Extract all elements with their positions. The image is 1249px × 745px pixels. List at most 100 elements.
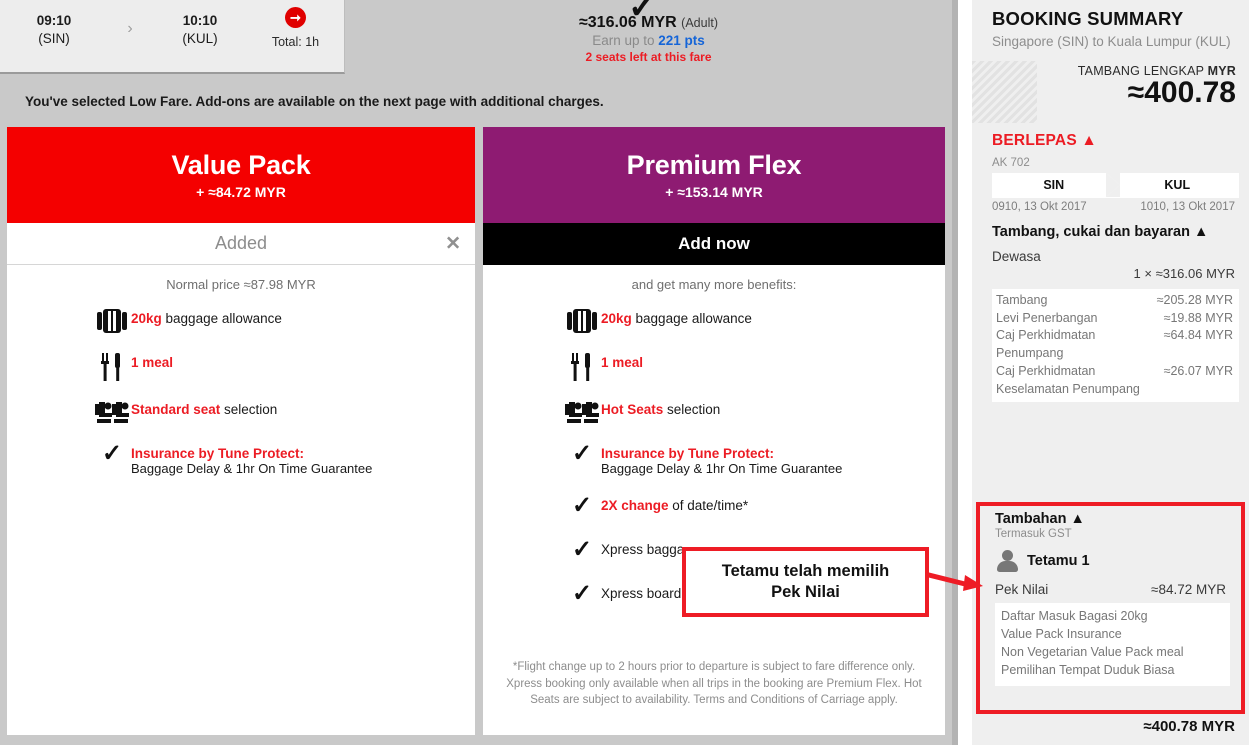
- benefit-text: 2X change of date/time*: [601, 495, 748, 514]
- check-icon: ✓: [563, 539, 601, 559]
- fare-row-label: Caj Perkhidmatan Penumpang: [996, 327, 1141, 363]
- total-duration-label: Total: 1h: [248, 35, 343, 49]
- flight-summary-strip[interactable]: 09:10 (SIN) › 10:10 (KUL) ➞ Total: 1h: [0, 0, 345, 74]
- addon-pack-price: ≈84.72 MYR: [1151, 582, 1226, 597]
- premium-flex-add-label: Add now: [678, 234, 750, 254]
- table-row: Tambang ≈205.28 MYR: [996, 292, 1235, 310]
- benefit-item: 20kg baggage allowance: [7, 308, 475, 334]
- earn-points-row: Earn up to 221 pts: [345, 33, 952, 48]
- seats-left-warning: 2 seats left at this fare: [345, 50, 952, 64]
- premium-flex-price: + ≈153.14 MYR: [665, 184, 763, 200]
- close-icon[interactable]: ✕: [445, 234, 461, 253]
- fare-row-value: ≈205.28 MYR: [1157, 292, 1235, 310]
- meal-icon: [563, 352, 601, 381]
- addons-highlight-box: Tambahan ▲ Termasuk GST Tetamu 1 Pek Nil…: [976, 502, 1245, 714]
- addon-items-list: Daftar Masuk Bagasi 20kg Value Pack Insu…: [995, 603, 1230, 686]
- benefit-highlight: 2X change: [601, 498, 669, 513]
- list-item: Pemilihan Tempat Duduk Biasa: [1001, 661, 1224, 679]
- benefit-rest: selection: [220, 402, 277, 417]
- value-pack-added-label: Added: [215, 233, 267, 254]
- value-pack-added-bar[interactable]: Added ✕: [7, 223, 475, 265]
- chevron-right-icon: ›: [108, 0, 152, 38]
- benefit-highlight: 20kg: [131, 311, 162, 326]
- fare-taxes-section-toggle[interactable]: Tambang, cukai dan bayaran ▲: [972, 213, 1249, 240]
- check-icon: ✓: [563, 495, 601, 515]
- booking-summary-sidebar: BOOKING SUMMARY Singapore (SIN) to Kuala…: [972, 0, 1249, 745]
- benefit-item: 1 meal: [483, 352, 945, 381]
- table-row: Levi Penerbangan ≈19.88 MYR: [996, 310, 1235, 328]
- hatch-decoration: [972, 61, 1037, 123]
- seat-icon: [93, 399, 131, 424]
- premium-flex-subnote: and get many more benefits:: [483, 265, 945, 298]
- check-icon: ✓: [563, 443, 601, 463]
- arrow-right-icon: [925, 570, 985, 592]
- table-row: Caj Perkhidmatan Keselamatan Penumpang ≈…: [996, 363, 1235, 399]
- passenger-type-label: Dewasa: [972, 240, 1249, 264]
- list-item: Daftar Masuk Bagasi 20kg: [1001, 607, 1224, 625]
- route-chip: SIN KUL: [992, 173, 1239, 198]
- fare-breakdown-table: Tambang ≈205.28 MYR Levi Penerbangan ≈19…: [992, 289, 1239, 403]
- premium-flex-card: Premium Flex + ≈153.14 MYR Add now and g…: [483, 127, 945, 735]
- person-icon: [995, 548, 1021, 574]
- value-pack-benefits: 20kg baggage allowance: [7, 298, 475, 477]
- callout-line-2: Pek Nilai: [771, 582, 840, 603]
- value-pack-card: Value Pack + ≈84.72 MYR Added ✕ Normal p…: [7, 127, 475, 735]
- fare-bundle-cards: Value Pack + ≈84.72 MYR Added ✕ Normal p…: [7, 127, 945, 735]
- premium-flex-add-button[interactable]: Add now: [483, 223, 945, 265]
- addon-pack-row: Pek Nilai ≈84.72 MYR: [980, 574, 1241, 597]
- earn-prefix: Earn up to: [592, 33, 658, 48]
- benefit-text: 20kg baggage allowance: [601, 308, 752, 327]
- flight-number: AK 702: [972, 150, 1249, 169]
- meal-icon: [93, 352, 131, 381]
- benefit-rest: of date/time*: [669, 498, 749, 513]
- benefit-highlight: Hot Seats: [601, 402, 663, 417]
- booking-summary-title: BOOKING SUMMARY: [972, 0, 1249, 30]
- benefit-item: Standard seat selection: [7, 399, 475, 425]
- departure-section-toggle[interactable]: BERLEPAS ▲: [972, 123, 1249, 150]
- fare-row-value: ≈64.84 MYR: [1164, 327, 1235, 363]
- benefit-highlight: Standard seat: [131, 402, 220, 417]
- addons-gst-note: Termasuk GST: [980, 527, 1241, 540]
- premium-flex-title: Premium Flex: [627, 150, 802, 181]
- benefit-text: Xpress bagga: [601, 539, 684, 558]
- benefit-item: 1 meal: [7, 352, 475, 381]
- addons-section-toggle[interactable]: Tambahan ▲: [980, 506, 1241, 527]
- benefit-text: Hot Seats selection: [601, 399, 720, 418]
- benefit-text: 1 meal: [601, 352, 643, 371]
- list-item: Value Pack Insurance: [1001, 625, 1224, 643]
- passenger-quantity-price: 1 × ≈316.06 MYR: [972, 264, 1249, 281]
- departure-airport: (SIN): [0, 30, 108, 48]
- low-fare-notice-bar: You've selected Low Fare. Add-ons are av…: [0, 76, 952, 127]
- premium-flex-footnote: *Flight change up to 2 hours prior to de…: [497, 659, 931, 709]
- total-fare-bar: TAMBANG LENGKAP MYR ≈400.78: [972, 61, 1249, 123]
- benefit-text: Insurance by Tune Protect: Baggage Delay…: [601, 443, 842, 477]
- benefit-highlight: 1 meal: [601, 355, 643, 370]
- baggage-icon: [563, 308, 601, 333]
- arrow-right-circle-icon: ➞: [285, 7, 306, 28]
- route-datetimes: 0910, 13 Okt 2017 1010, 13 Okt 2017: [972, 198, 1249, 213]
- value-pack-banner: Value Pack + ≈84.72 MYR: [7, 127, 475, 223]
- benefit-item: ✓ 2X change of date/time*: [483, 495, 945, 521]
- benefit-subtext: Baggage Delay & 1hr On Time Guarantee: [131, 462, 372, 477]
- value-pack-title: Value Pack: [171, 150, 310, 181]
- price-header: ✓ ≈316.06 MYR (Adult) Earn up to 221 pts…: [345, 0, 952, 74]
- scrollbar-track[interactable]: [952, 0, 958, 745]
- arrival-time: 10:10: [152, 12, 248, 30]
- benefit-highlight: 1 meal: [131, 355, 173, 370]
- annotation-callout: Tetamu telah memilih Pek Nilai: [682, 547, 929, 617]
- benefit-rest: Xpress bagga: [601, 542, 684, 557]
- benefit-text: 1 meal: [131, 352, 173, 371]
- guest-label: Tetamu 1: [1027, 553, 1090, 569]
- arrival-leg: 10:10 (KUL): [152, 0, 248, 47]
- check-icon: ✓: [563, 583, 601, 603]
- benefit-highlight: Insurance by Tune Protect:: [601, 446, 774, 461]
- guest-row: Tetamu 1: [980, 540, 1241, 574]
- callout-line-1: Tetamu telah memilih: [722, 561, 889, 582]
- fare-row-label: Levi Penerbangan: [996, 310, 1097, 328]
- route-departure-datetime: 0910, 13 Okt 2017: [992, 201, 1114, 213]
- fare-row-label: Caj Perkhidmatan Keselamatan Penumpang: [996, 363, 1141, 399]
- booking-route: Singapore (SIN) to Kuala Lumpur (KUL): [972, 30, 1249, 51]
- fare-row-value: ≈26.07 MYR: [1164, 363, 1235, 399]
- benefit-item: ✓ Insurance by Tune Protect: Baggage Del…: [483, 443, 945, 477]
- benefit-text: Xpress board: [601, 583, 681, 602]
